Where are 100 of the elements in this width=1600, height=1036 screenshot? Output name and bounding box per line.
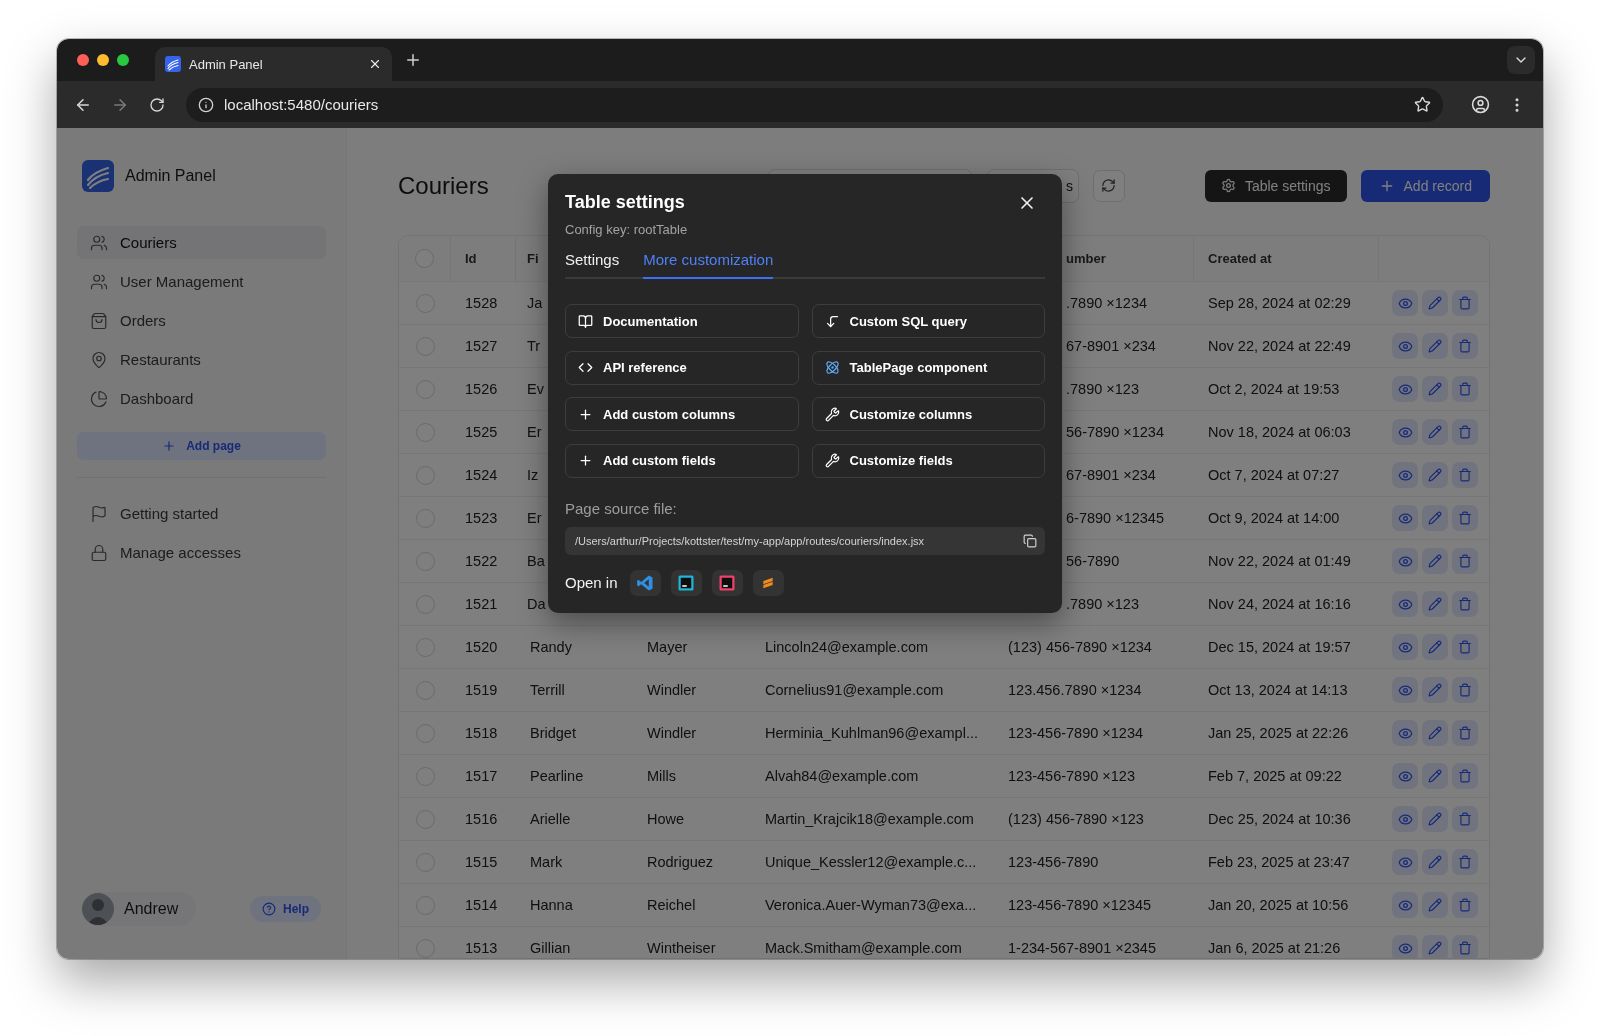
nav-item[interactable]: Orders [77,304,326,337]
nav-item[interactable]: Getting started [77,497,326,530]
maximize-window-icon[interactable] [117,54,129,66]
delete-button[interactable] [1452,806,1478,833]
table-settings-button[interactable]: Table settings [1204,169,1347,202]
action-button[interactable]: Add custom fields [565,443,799,478]
edit-button[interactable] [1422,333,1448,360]
copy-icon[interactable] [1023,533,1037,548]
view-button[interactable] [1392,763,1418,790]
delete-button[interactable] [1452,935,1478,958]
delete-button[interactable] [1452,290,1478,317]
edit-button[interactable] [1422,720,1448,747]
open-in-editor-button[interactable] [752,569,784,596]
users-icon [90,272,108,291]
action-button[interactable]: Documentation [565,304,799,338]
delete-button[interactable] [1452,462,1478,489]
edit-button[interactable] [1422,462,1448,489]
open-in-editor-button[interactable] [670,569,702,596]
edit-button[interactable] [1422,634,1448,661]
edit-button[interactable] [1422,935,1448,958]
view-button[interactable] [1392,720,1418,747]
open-in-editor-button[interactable] [711,569,743,596]
delete-button[interactable] [1452,419,1478,446]
view-button[interactable] [1392,806,1418,833]
action-button[interactable]: Customize columns [811,397,1045,431]
view-button[interactable] [1392,419,1418,446]
action-button[interactable]: Add custom columns [565,397,799,431]
table-cell: 1527 [465,338,498,355]
tab[interactable]: Settings [565,251,620,279]
delete-button[interactable] [1452,763,1478,790]
row-checkbox[interactable] [415,938,435,958]
delete-button[interactable] [1452,548,1478,575]
delete-button[interactable] [1452,591,1478,618]
refresh-button[interactable] [1092,169,1125,202]
edit-button[interactable] [1422,548,1448,575]
minimize-window-icon[interactable] [97,54,109,66]
reload-icon[interactable] [149,96,165,113]
info-icon[interactable] [198,96,214,113]
action-button[interactable]: Customize fields [811,443,1045,478]
view-button[interactable] [1392,505,1418,532]
profile-icon[interactable] [1470,95,1490,114]
action-button[interactable]: API reference [565,350,799,385]
star-icon[interactable] [1414,96,1431,113]
view-button[interactable] [1392,462,1418,489]
view-button[interactable] [1392,376,1418,403]
plus-icon[interactable] [404,51,422,69]
app-name: Admin Panel [125,167,216,185]
delete-button[interactable] [1452,677,1478,704]
view-button[interactable] [1392,591,1418,618]
edit-button[interactable] [1422,419,1448,446]
nav-item[interactable]: Dashboard [77,382,326,415]
table-cell: 1519 [465,682,498,699]
table-cell: Oct 7, 2024 at 07:27 [1208,467,1340,484]
view-button[interactable] [1392,849,1418,876]
view-button[interactable] [1392,290,1418,317]
delete-button[interactable] [1452,505,1478,532]
wrench-icon [824,406,840,422]
edit-button[interactable] [1422,376,1448,403]
view-button[interactable] [1392,548,1418,575]
edit-button[interactable] [1422,892,1448,919]
user-menu[interactable]: Andrew [82,892,197,926]
delete-button[interactable] [1452,720,1478,747]
nav-item[interactable]: Manage accesses [77,536,326,569]
delete-button[interactable] [1452,333,1478,360]
view-button[interactable] [1392,892,1418,919]
view-button[interactable] [1392,634,1418,661]
view-button[interactable] [1392,677,1418,704]
delete-button[interactable] [1452,892,1478,919]
edit-button[interactable] [1422,505,1448,532]
close-window-icon[interactable] [77,54,89,66]
delete-button[interactable] [1452,849,1478,876]
action-button[interactable]: TablePage component [811,350,1045,385]
add-page-button[interactable]: Add page [77,432,326,460]
nav-item[interactable]: Couriers [77,226,326,259]
edit-button[interactable] [1422,763,1448,790]
edit-button[interactable] [1422,677,1448,704]
action-button[interactable]: Custom SQL query [811,304,1045,338]
eye-icon [1397,381,1413,397]
help-button[interactable]: Help [250,896,321,922]
view-button[interactable] [1392,935,1418,958]
address-bar[interactable]: localhost:5480/couriers [186,87,1443,122]
open-in-editor-button[interactable] [629,569,661,596]
table-cell: Unique_Kessler12@example.c... [765,854,977,871]
add-record-button[interactable]: Add record [1360,169,1490,202]
edit-button[interactable] [1422,849,1448,876]
delete-button[interactable] [1452,376,1478,403]
edit-button[interactable] [1422,290,1448,317]
edit-button[interactable] [1422,591,1448,618]
nav-item[interactable]: Restaurants [77,343,326,376]
tab-list-button[interactable] [1507,46,1535,74]
delete-button[interactable] [1452,634,1478,661]
browser-tab[interactable]: Admin Panel [155,47,392,81]
nav-item[interactable]: User Management [77,265,326,298]
edit-button[interactable] [1422,806,1448,833]
close-icon[interactable] [368,57,382,71]
tab[interactable]: More customization [643,251,774,279]
table-cell: 1520 [465,639,498,656]
path-field[interactable]: /Users/arthur/Projects/kottster/test/my-app/app/routes/couriers/index.jsx [565,526,1045,555]
table-cell: Lincoln24@example.com [765,639,929,656]
view-button[interactable] [1392,333,1418,360]
